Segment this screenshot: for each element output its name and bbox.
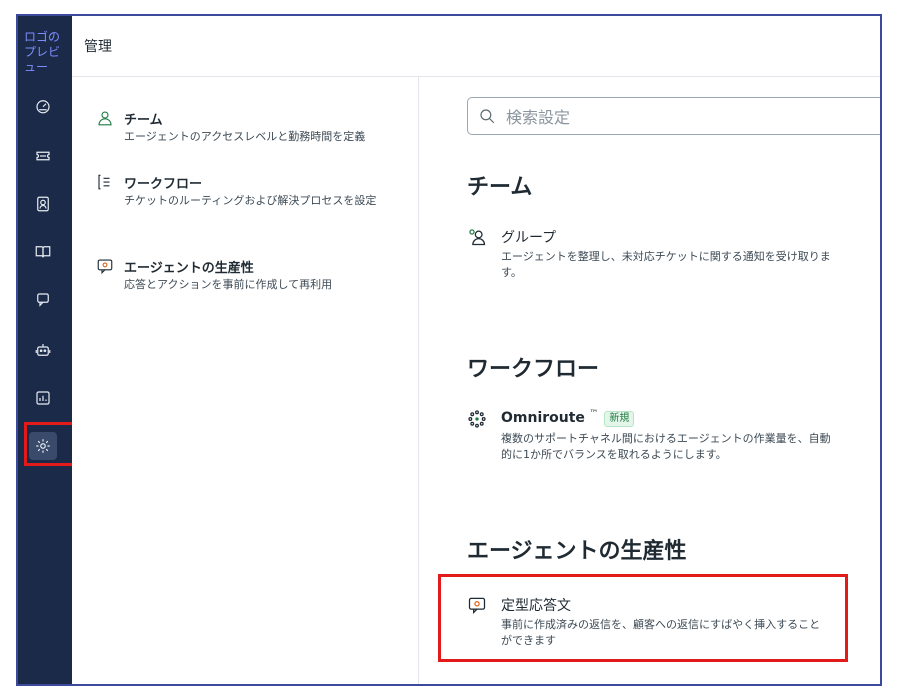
category-description: チケットのルーティングおよび解決プロセスを設定	[124, 194, 377, 207]
group-icon	[467, 227, 487, 247]
trademark-symbol: ™	[589, 409, 599, 419]
sidebar: ロゴのプレビュー	[18, 16, 72, 684]
setting-title: Omniroute ™ 新規	[501, 409, 635, 427]
omniroute-icon	[467, 409, 487, 429]
category-title: チーム	[124, 113, 163, 128]
setting-description: 複数のサポートチャネル間におけるエージェントの作業量を、自動的に1か所でバランス…	[501, 432, 831, 461]
search-icon	[478, 107, 496, 125]
canned-response-icon	[96, 257, 114, 275]
omniroute-name: Omniroute	[501, 410, 585, 426]
section-title-workflow: ワークフロー	[467, 357, 600, 382]
category-title: ワークフロー	[124, 177, 203, 192]
logo-image[interactable]: ロゴのプレビュー	[24, 30, 60, 75]
admin-category-list: チーム エージェントのアクセスレベルと勤務時間を定義 ワークフロー チケットのル…	[72, 77, 419, 684]
search-input[interactable]	[504, 104, 880, 130]
app-window: ロゴのプレビュー 管理 管理	[16, 14, 882, 686]
workflow-icon	[96, 173, 114, 191]
ticket-icon[interactable]	[29, 142, 57, 170]
chat-bubble-icon[interactable]	[29, 286, 57, 314]
page-header: 管理	[72, 16, 880, 77]
speedometer-icon[interactable]	[29, 92, 57, 120]
category-description: エージェントのアクセスレベルと勤務時間を定義	[124, 130, 366, 143]
category-workflow[interactable]: ワークフロー チケットのルーティングおよび解決プロセスを設定	[96, 173, 396, 229]
contact-card-icon[interactable]	[29, 190, 57, 218]
setting-description: エージェントを整理し、未対応チケットに関する通知を受け取ります。	[501, 250, 831, 279]
new-badge: 新規	[604, 411, 635, 427]
setting-title: グループ	[501, 230, 557, 246]
section-title-team: チーム	[467, 175, 533, 200]
robot-icon[interactable]	[29, 336, 57, 364]
setting-card-groups[interactable]: グループ エージェントを整理し、未対応チケットに関する通知を受け取ります。	[467, 227, 847, 279]
page-title: 管理	[84, 39, 112, 55]
setting-card-omniroute[interactable]: Omniroute ™ 新規 複数のサポートチャネル間におけるエージェントの作業量…	[467, 409, 847, 461]
reports-icon[interactable]	[29, 384, 57, 412]
category-team[interactable]: チーム エージェントのアクセスレベルと勤務時間を定義	[96, 109, 396, 149]
category-title: エージェントの生産性	[124, 261, 254, 276]
settings-search[interactable]	[467, 97, 880, 135]
user-icon	[96, 109, 114, 127]
book-icon[interactable]	[29, 238, 57, 266]
section-title-agent-productivity: エージェントの生産性	[467, 539, 687, 564]
category-agent-productivity[interactable]: エージェントの生産性 応答とアクションを事前に作成して再利用	[96, 257, 396, 297]
canned-response-highlight-box	[438, 574, 848, 662]
category-description: 応答とアクションを事前に作成して再利用	[124, 278, 333, 291]
